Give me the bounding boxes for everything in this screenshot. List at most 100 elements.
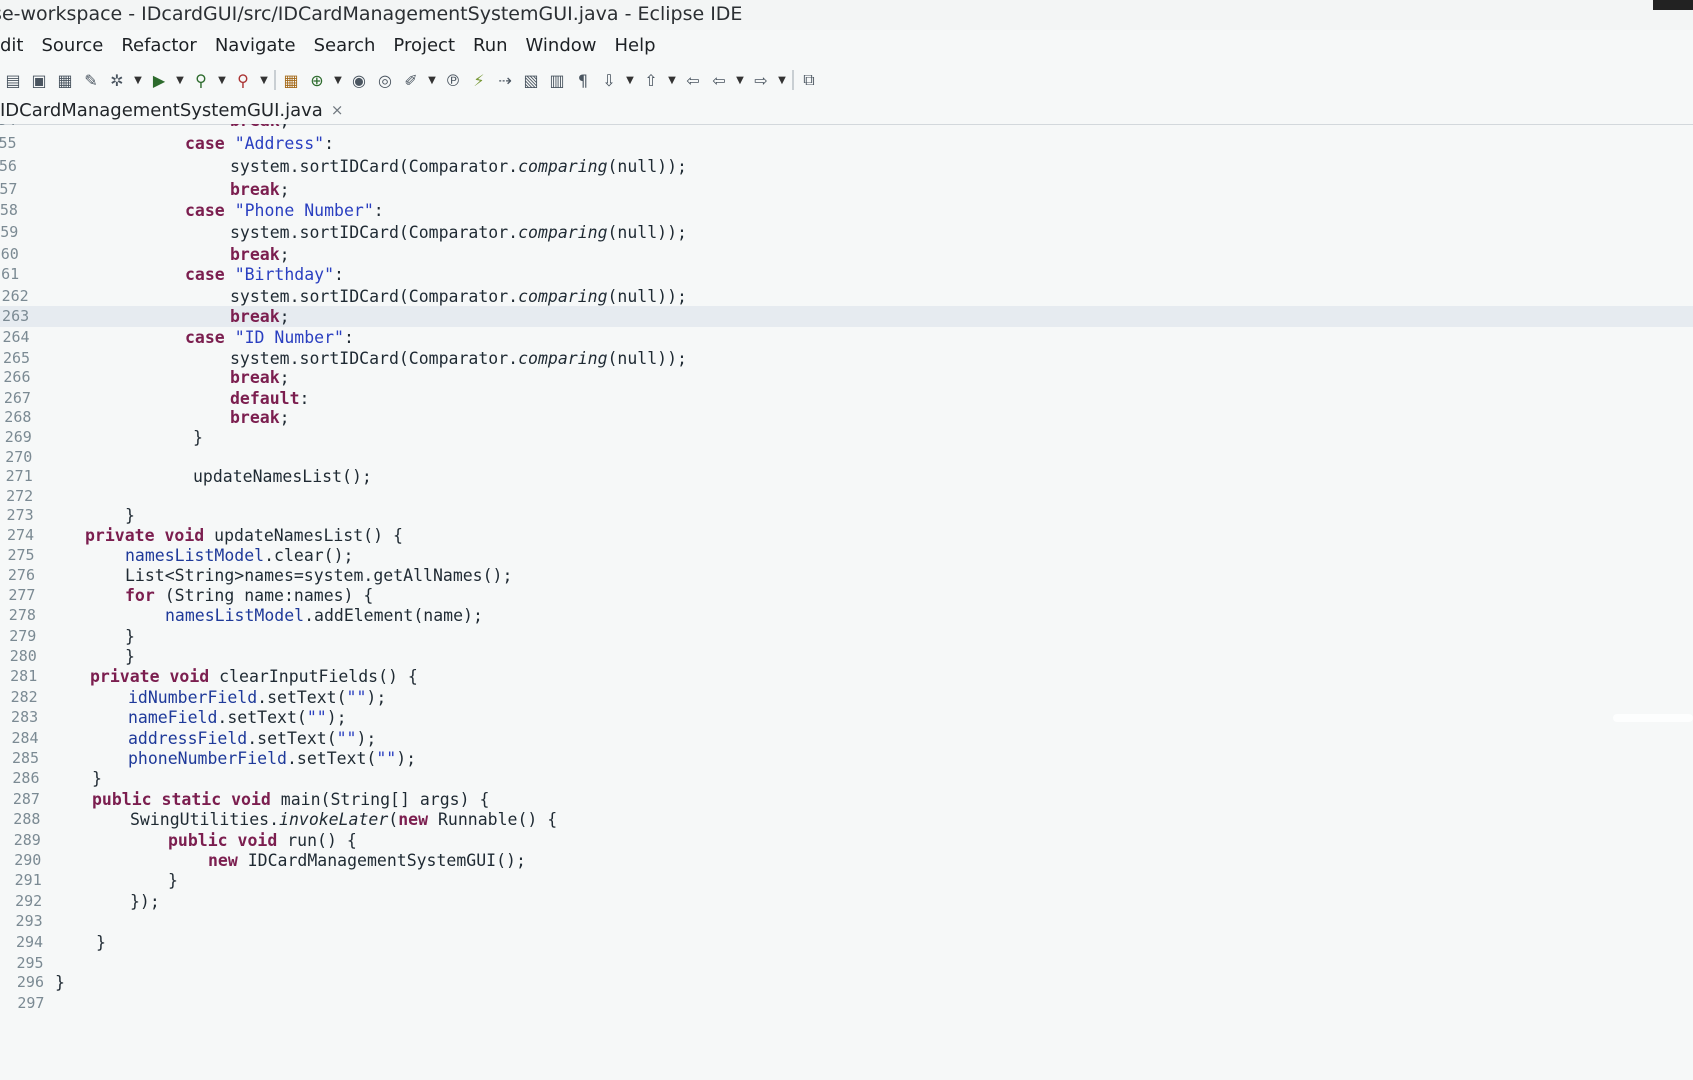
new-package-icon[interactable]: ▦ bbox=[280, 69, 302, 91]
back-icon[interactable]: ⇦ bbox=[708, 69, 730, 91]
open-type-icon[interactable]: ◉ bbox=[348, 69, 370, 91]
code-text: case "Birthday": bbox=[185, 265, 344, 285]
code-line[interactable]: 275 namesListModel.clear(); bbox=[0, 545, 1693, 566]
code-line[interactable]: 58 case "Phone Number": bbox=[0, 200, 1693, 221]
code-line[interactable]: 59 system.sortIDCard(Comparator.comparing… bbox=[0, 222, 1693, 243]
code-line[interactable]: 262 system.sortIDCard(Comparator.comparin… bbox=[0, 286, 1693, 307]
code-line[interactable]: 290 new IDCardManagementSystemGUI(); bbox=[0, 850, 1693, 871]
code-text: public static void main(String[] args) { bbox=[92, 789, 490, 809]
next-annotation-icon[interactable]: ⇩ bbox=[598, 69, 620, 91]
code-line[interactable]: 282 idNumberField.setText(""); bbox=[0, 687, 1693, 708]
toggle-mark-icon[interactable]: ℗ bbox=[442, 69, 464, 91]
code-line[interactable]: 285 phoneNumberField.setText(""); bbox=[0, 748, 1693, 769]
code-text: break; bbox=[230, 307, 290, 327]
code-line[interactable]: 269} bbox=[0, 427, 1693, 448]
code-line[interactable]: 295 bbox=[0, 953, 1693, 974]
show-whitespace-icon[interactable]: ¶ bbox=[572, 69, 594, 91]
editor-tab[interactable]: IDCardManagementSystemGUI.java × bbox=[0, 96, 352, 124]
external-tools-icon[interactable]: ⚲ bbox=[232, 69, 254, 91]
code-line[interactable]: 278 namesListModel.addElement(name); bbox=[0, 605, 1693, 626]
block-select-icon[interactable]: ▧ bbox=[520, 69, 542, 91]
code-line[interactable]: 291} bbox=[0, 870, 1693, 891]
code-line[interactable]: 287 public static void main(String[] args… bbox=[0, 789, 1693, 810]
code-line[interactable]: 294} bbox=[0, 932, 1693, 953]
code-line[interactable]: 56 system.sortIDCard(Comparator.comparing… bbox=[0, 156, 1693, 177]
code-line[interactable]: 55 case "Address": bbox=[0, 133, 1693, 154]
code-line[interactable]: 266 break; bbox=[0, 367, 1693, 388]
debug-icon[interactable]: ✲ bbox=[106, 69, 128, 91]
code-line[interactable]: 264 case "ID Number": bbox=[0, 327, 1693, 348]
code-line[interactable]: 289 public void run() { bbox=[0, 830, 1693, 851]
code-line[interactable]: 273} bbox=[0, 505, 1693, 526]
line-number: 277 bbox=[8, 585, 36, 604]
code-line[interactable]: 292}); bbox=[0, 891, 1693, 912]
pin-icon[interactable]: ✐ bbox=[400, 69, 422, 91]
chevron-down-icon[interactable]: ▼ bbox=[258, 69, 270, 91]
code-line[interactable]: 271 updateNamesList(); bbox=[0, 466, 1693, 487]
new-icon[interactable]: ▤ bbox=[2, 69, 24, 91]
code-line[interactable]: 284 addressField.setText(""); bbox=[0, 728, 1693, 749]
close-icon[interactable]: × bbox=[331, 101, 344, 119]
forward-icon[interactable]: ⇨ bbox=[750, 69, 772, 91]
toolbar-separator bbox=[274, 70, 276, 90]
run-icon[interactable]: ▶ bbox=[148, 69, 170, 91]
code-text: namesListModel.clear(); bbox=[125, 545, 354, 565]
highlight-icon[interactable]: ⚡ bbox=[468, 69, 490, 91]
menu-help[interactable]: Help bbox=[615, 35, 656, 56]
code-line[interactable]: 283 nameField.setText(""); bbox=[0, 707, 1693, 728]
code-line[interactable]: 263 break; bbox=[0, 306, 1693, 328]
code-line[interactable]: 267 default: bbox=[0, 388, 1693, 409]
save-all-icon[interactable]: ▦ bbox=[54, 69, 76, 91]
menu-refactor[interactable]: Refactor bbox=[121, 35, 197, 56]
menu-source[interactable]: Source bbox=[41, 35, 103, 56]
code-line[interactable]: 61 case "Birthday": bbox=[0, 264, 1693, 285]
chevron-down-icon[interactable]: ▼ bbox=[174, 69, 186, 91]
code-line[interactable]: 279} bbox=[0, 626, 1693, 647]
chevron-down-icon[interactable]: ▼ bbox=[332, 69, 344, 91]
terminal-icon[interactable]: ✎ bbox=[80, 69, 102, 91]
word-wrap-icon[interactable]: ▥ bbox=[546, 69, 568, 91]
chevron-down-icon[interactable]: ▼ bbox=[216, 69, 228, 91]
save-icon[interactable]: ▣ bbox=[28, 69, 50, 91]
menu-navigate[interactable]: Navigate bbox=[215, 35, 296, 56]
menu-run[interactable]: Run bbox=[473, 35, 508, 56]
menu-search[interactable]: Search bbox=[314, 35, 376, 56]
open-perspective-icon[interactable]: ⧉ bbox=[798, 69, 820, 91]
menu-edit[interactable]: dit bbox=[0, 35, 23, 56]
code-line[interactable]: 277 for (String name:names) { bbox=[0, 585, 1693, 606]
code-line[interactable]: 57 break; bbox=[0, 179, 1693, 200]
code-line[interactable]: 60 break; bbox=[0, 244, 1693, 265]
code-line[interactable]: 280} bbox=[0, 646, 1693, 667]
code-line[interactable]: 286} bbox=[0, 768, 1693, 789]
menu-project[interactable]: Project bbox=[393, 35, 455, 56]
code-line[interactable]: 281 private void clearInputFields() { bbox=[0, 666, 1693, 687]
code-line[interactable]: 265 system.sortIDCard(Comparator.comparin… bbox=[0, 348, 1693, 369]
code-text: } bbox=[92, 769, 102, 789]
code-line[interactable]: 272 bbox=[0, 486, 1693, 507]
open-task-icon[interactable]: ◎ bbox=[374, 69, 396, 91]
code-line[interactable]: 288 SwingUtilities.invokeLater(new Runnab… bbox=[0, 809, 1693, 830]
breadcrumb-icon[interactable]: ⇢ bbox=[494, 69, 516, 91]
chevron-down-icon[interactable]: ▼ bbox=[666, 69, 678, 91]
chevron-down-icon[interactable]: ▼ bbox=[776, 69, 788, 91]
previous-annotation-icon[interactable]: ⇧ bbox=[640, 69, 662, 91]
code-line[interactable]: 297 bbox=[0, 993, 1693, 1014]
code-line[interactable]: 274 private void updateNamesList() { bbox=[0, 525, 1693, 546]
chevron-down-icon[interactable]: ▼ bbox=[734, 69, 746, 91]
code-line[interactable]: 276 List<String>names=system.getAllNames(… bbox=[0, 565, 1693, 586]
chevron-down-icon[interactable]: ▼ bbox=[132, 69, 144, 91]
code-line[interactable]: 296} bbox=[0, 972, 1693, 993]
code-editor[interactable]: 54 break; 55 case "Address": 56 system.sortID… bbox=[0, 124, 1693, 1080]
code-line[interactable]: 268 break; bbox=[0, 407, 1693, 428]
code-line[interactable]: 54 break; bbox=[0, 124, 1693, 131]
menu-window[interactable]: Window bbox=[526, 35, 597, 56]
main-toolbar: ▤ ▣ ▦ ✎ ✲ ▼ ▶ ▼ ⚲ ▼ ⚲ ▼ ▦ ⊕ ▼ ◉ ◎ ✐ ▼ ℗ … bbox=[0, 64, 1693, 96]
code-text: system.sortIDCard(Comparator.comparing(n… bbox=[230, 157, 687, 177]
code-line[interactable]: 270 bbox=[0, 447, 1693, 468]
chevron-down-icon[interactable]: ▼ bbox=[624, 69, 636, 91]
new-class-icon[interactable]: ⊕ bbox=[306, 69, 328, 91]
coverage-icon[interactable]: ⚲ bbox=[190, 69, 212, 91]
code-line[interactable]: 293 bbox=[0, 911, 1693, 932]
last-edit-icon[interactable]: ⇦ bbox=[682, 69, 704, 91]
chevron-down-icon[interactable]: ▼ bbox=[426, 69, 438, 91]
